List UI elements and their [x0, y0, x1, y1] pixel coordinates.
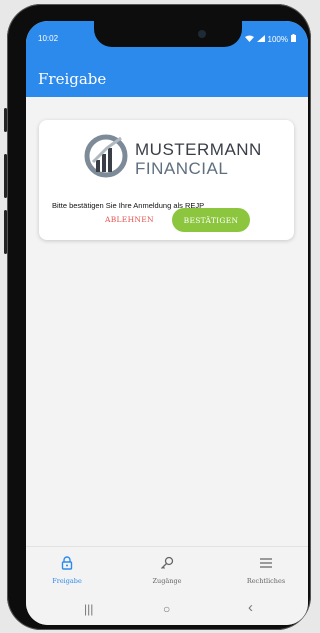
recent-apps-icon[interactable]: ||| [84, 602, 93, 616]
battery-icon [291, 34, 296, 44]
home-icon[interactable]: ○ [163, 602, 170, 616]
notch [94, 21, 242, 47]
bottom-navigation: Freigabe Zugänge Rechtliches [26, 546, 308, 597]
volume-button [4, 108, 7, 132]
lock-icon [61, 556, 73, 570]
logo-mark-icon [84, 134, 128, 178]
status-time: 10:02 [38, 34, 59, 43]
system-navigation-bar: ||| ○ ‹ [26, 596, 308, 625]
front-camera [198, 30, 206, 38]
key-icon [161, 556, 174, 569]
app-bar: Freigabe [26, 61, 308, 97]
nav-item-zugaenge[interactable]: Zugänge [127, 555, 207, 585]
nav-item-freigabe[interactable]: Freigabe [27, 555, 107, 585]
power-button [4, 210, 7, 254]
nav-item-rechtliches[interactable]: Rechtliches [226, 555, 306, 585]
status-icons: 100% [244, 34, 296, 44]
nav-label-zugaenge: Zugänge [152, 577, 182, 585]
nav-label-freigabe: Freigabe [52, 577, 82, 585]
phone-frame: 10:02 100% Freigabe MUSTERMANN FINANCIAL… [4, 4, 311, 630]
volume-button [4, 154, 7, 198]
company-logo: MUSTERMANN FINANCIAL [83, 132, 263, 182]
battery-percent: 100% [267, 34, 288, 44]
back-icon[interactable]: ‹ [248, 599, 253, 616]
screen: 10:02 100% Freigabe MUSTERMANN FINANCIAL… [26, 21, 308, 625]
approval-card: MUSTERMANN FINANCIAL Bitte bestätigen Si… [39, 120, 294, 240]
menu-icon [260, 558, 272, 568]
wifi-icon [244, 35, 254, 44]
logo-text-line1: MUSTERMANN [135, 140, 262, 159]
reject-button[interactable]: ABLEHNEN [105, 215, 154, 224]
nav-label-rechtliches: Rechtliches [246, 577, 286, 585]
signal-icon [256, 34, 265, 44]
confirm-button[interactable]: BESTÄTIGEN [172, 208, 250, 232]
logo-text-line2: FINANCIAL [135, 159, 229, 178]
page-title: Freigabe [38, 70, 107, 88]
